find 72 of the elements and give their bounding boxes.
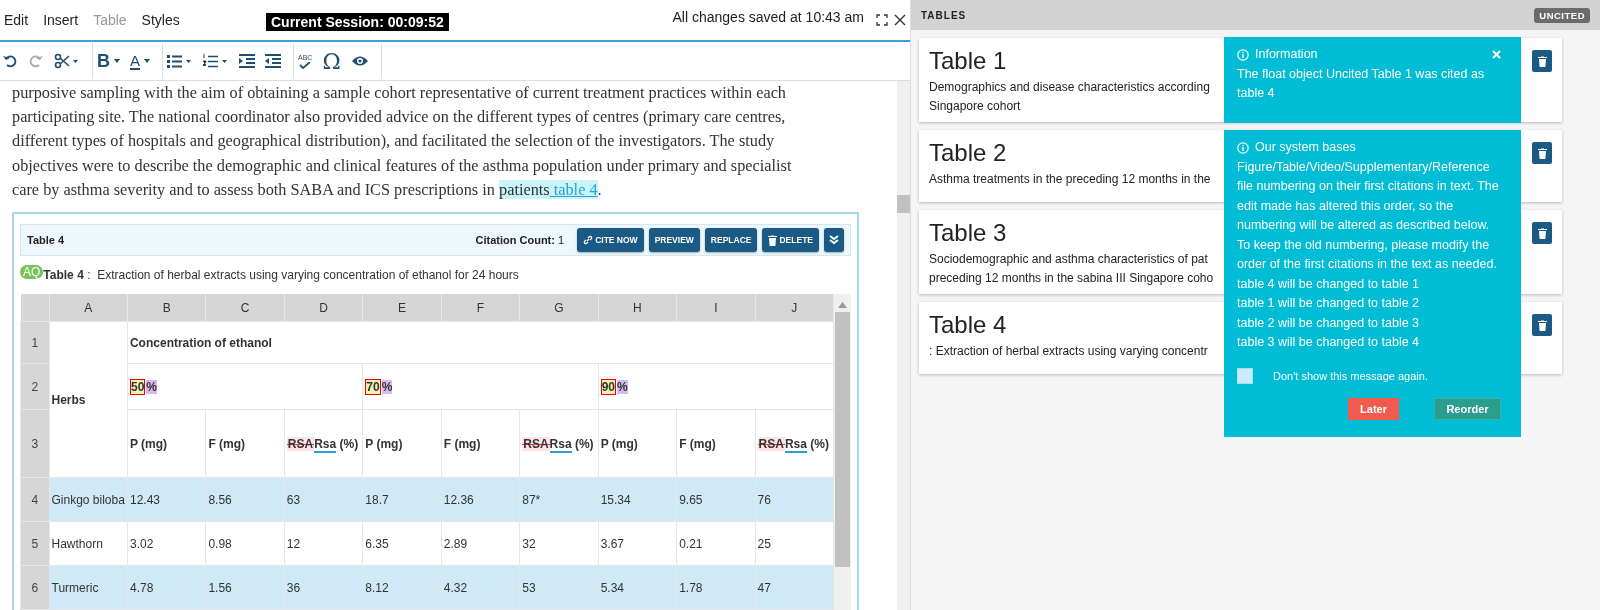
body-paragraph: purposive sampling with the aim of obtaining a sample cohort representative of current treatment practices within each participating site. The national coordinator also provided advice on the different types of centres (primary care centres, different types of hospitals and geographical distribution), and facilitated the selection of the investigators. The study objectives were to describe the demographic and clinical features of the asthma population under primary and specialist care by asthma severity and to assess both SABA and ICS prescriptions in patients table 4. [12,82,793,201]
table-cell: 90 % [598,363,834,410]
table-cell: 3.02 [127,521,206,566]
card-title: Table 1 [929,46,1008,76]
table-cell: 70 % [362,363,599,410]
card-title: Table 2 [929,138,1008,168]
table-cell: F (mg) [205,409,285,478]
table-cell: 15.34 [598,477,677,522]
card-title: Table 3 [929,218,1008,248]
table-cell: 12.36 [441,477,520,522]
table-cell: P (mg) [362,409,442,478]
table-cell: 4.32 [441,565,520,610]
table-cell: 25 [755,521,834,566]
toast-message: The float object Uncited Table 1 was cited as table 4 [1237,65,1486,102]
table-cell: 18.7 [362,477,442,522]
toast-message: table 4 will be changed to table 1 [1237,275,1421,293]
table-cell: Turmeric [49,565,128,610]
citation-count: Citation Count: 1 [475,234,565,246]
table-cell: 0.98 [205,521,285,566]
card-description: Demographics and disease characteristics according [929,79,1210,96]
table-cell: 8.12 [362,565,442,610]
table-cell: 36 [284,565,363,610]
row-number: 2 [20,363,49,410]
row-number: 3 [20,409,49,478]
card-description: : Extraction of herbal extracts using varying concentr [929,343,1208,360]
table-cell: 8.56 [205,477,285,522]
table-cell: 32 [519,521,599,566]
row-number: 6 [20,565,49,610]
table-cell: 47 [755,565,834,610]
table-cell: 6.35 [362,521,442,566]
table-cell: 1.56 [205,565,285,610]
table-cell: 3.67 [598,521,677,566]
table-cell: 4.78 [127,565,206,610]
table-cell: 2.89 [441,521,520,566]
table-cell: P (mg) [598,409,677,478]
table-cell: 87* [519,477,599,522]
card-description: Asthma treatments in the preceding 12 months in the [929,171,1211,188]
table-cell: Concentration of ethanol [127,321,834,364]
table-cell: P (mg) [127,409,206,478]
card-description: Singapore cohort [929,98,1022,115]
table-cell: 0.21 [676,521,756,566]
row-number: 5 [20,521,49,566]
table-cell: 9.65 [676,477,756,522]
card-description: preceding 12 months in the sabina III Singapore coho [929,270,1214,287]
table-cell: 12 [284,521,363,566]
checkbox-label: Don't show this message again. [1273,368,1428,384]
table-cell: F (mg) [676,409,756,478]
toast-title: Our system bases [1255,139,1356,156]
table-cell: 76 [755,477,834,522]
card-description: Sociodemographic and asthma characteristics of pat [929,251,1209,268]
row-number: 1 [20,321,49,364]
card-title: Table 4 [929,310,1008,340]
table-cell: 50 % [127,363,363,410]
table-cell: Hawthorn [49,521,128,566]
table-label: Table 4 [27,234,66,246]
table-cell: 1.78 [676,565,756,610]
session-timer: Current Session: 00:09:52 [266,13,449,31]
toast-title: Information [1255,46,1318,63]
toast-message: table 2 will be changed to table 3 [1237,314,1421,332]
panel-title: TABLES [921,9,967,21]
table-cell: Herbs [49,321,128,478]
table-cell: F (mg) [441,409,520,478]
row-number: 4 [20,477,49,522]
table-cell: Ginkgo biloba [49,477,128,522]
table-cell: 53 [519,565,599,610]
table-cell: 63 [284,477,363,522]
toast-message: table 3 will be changed to table 4 [1237,334,1421,351]
save-status: All changes saved at 10:43 am [672,9,864,25]
table-cell: 5.34 [598,565,677,610]
table-cell: 12.43 [127,477,206,522]
toast-message: table 1 will be changed to table 2 [1237,295,1421,312]
table-caption: Table 4 : Extraction of herbal extracts using varying concentration of ethanol for 24 hours [43,268,519,282]
